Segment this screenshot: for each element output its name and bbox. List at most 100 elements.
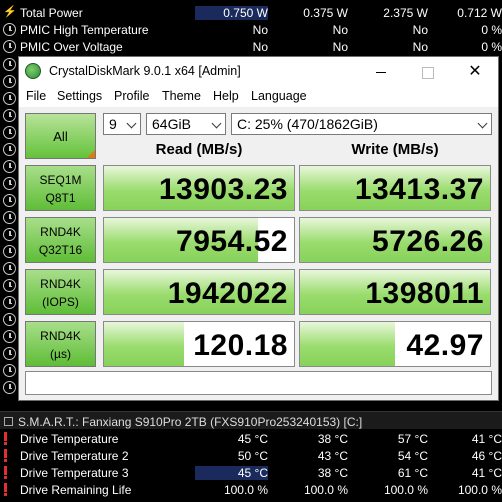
smart-row[interactable]: Drive Temperature 2 50 °C 43 °C 54 °C 46… bbox=[0, 447, 502, 464]
corner-indicator bbox=[87, 150, 95, 158]
maximize-button[interactable] bbox=[404, 57, 450, 87]
test-rnd4k-latency-button[interactable]: RND4K (µs) bbox=[25, 321, 96, 367]
sensor-current: 45 °C bbox=[195, 466, 268, 480]
title-bar[interactable]: CrystalDiskMark 9.0.1 x64 [Admin] ✕ bbox=[19, 57, 498, 87]
drive-icon bbox=[4, 417, 13, 426]
benchmark-panel: All 9 64GiB C: 25% (470/1862GiB) Read (M… bbox=[19, 107, 498, 400]
clock-icon bbox=[3, 160, 16, 173]
drive-select[interactable]: C: 25% (470/1862GiB) bbox=[231, 113, 492, 135]
test-name: RND4K bbox=[40, 329, 81, 343]
sensor-row[interactable]: PMIC Over Voltage No No No 0 % bbox=[0, 38, 502, 55]
sensor-row[interactable]: ⚡ Total Power 0.750 W 0.375 W 2.375 W 0.… bbox=[0, 4, 502, 21]
sensor-current: 45 °C bbox=[237, 432, 268, 446]
smart-row[interactable]: Drive Temperature 3 45 °C 38 °C 61 °C 41… bbox=[0, 464, 502, 481]
clock-icon bbox=[3, 381, 16, 394]
sensor-avg: 0 % bbox=[481, 23, 502, 37]
clock-icon bbox=[3, 58, 16, 71]
clock-icon bbox=[3, 126, 16, 139]
sensor-current: 100.0 % bbox=[223, 483, 268, 497]
menu-settings[interactable]: Settings bbox=[57, 89, 102, 103]
clock-icon bbox=[3, 23, 16, 36]
sensor-min: 43 °C bbox=[317, 449, 348, 463]
chevron-down-icon bbox=[477, 118, 488, 129]
crystaldiskmark-window: CrystalDiskMark 9.0.1 x64 [Admin] ✕ File… bbox=[18, 56, 499, 401]
chevron-down-icon bbox=[126, 118, 137, 129]
clock-icon bbox=[3, 313, 16, 326]
clock-icon bbox=[3, 109, 16, 122]
read-result: 13903.23 bbox=[103, 165, 295, 211]
test-params: Q8T1 bbox=[45, 191, 76, 205]
result-value: 5726.26 bbox=[372, 225, 484, 258]
sensor-max: No bbox=[412, 40, 428, 54]
menu-language[interactable]: Language bbox=[251, 89, 307, 103]
sensor-current: No bbox=[252, 23, 268, 37]
test-name: RND4K bbox=[40, 225, 81, 239]
menu-theme[interactable]: Theme bbox=[162, 89, 201, 103]
sensor-row[interactable]: PMIC High Temperature No No No 0 % bbox=[0, 21, 502, 38]
sensor-current: 0.750 W bbox=[195, 6, 268, 20]
test-seq1m-q8t1-button[interactable]: SEQ1M Q8T1 bbox=[25, 165, 96, 211]
sensor-current: 50 °C bbox=[237, 449, 268, 463]
clock-icon bbox=[3, 330, 16, 343]
clock-icon bbox=[3, 296, 16, 309]
read-result: 1942022 bbox=[103, 269, 295, 315]
sensor-icon-column bbox=[0, 56, 18, 411]
result-value: 42.97 bbox=[406, 329, 484, 362]
minimize-button[interactable] bbox=[358, 57, 404, 87]
sensor-label: Drive Temperature bbox=[20, 432, 119, 446]
clock-icon bbox=[3, 228, 16, 241]
test-count-select[interactable]: 9 bbox=[103, 113, 141, 135]
sensor-max: 54 °C bbox=[397, 449, 428, 463]
read-result: 7954.52 bbox=[103, 217, 295, 263]
clock-icon bbox=[3, 143, 16, 156]
sensor-min: 0.375 W bbox=[303, 6, 348, 20]
clock-icon bbox=[3, 211, 16, 224]
drive-value: C: 25% (470/1862GiB) bbox=[237, 116, 378, 132]
menu-help[interactable]: Help bbox=[213, 89, 239, 103]
menu-profile[interactable]: Profile bbox=[114, 89, 149, 103]
run-all-button[interactable]: All bbox=[25, 113, 96, 159]
write-column-header: Write (MB/s) bbox=[351, 141, 439, 158]
clock-icon bbox=[3, 194, 16, 207]
sensor-label: PMIC High Temperature bbox=[20, 23, 149, 37]
sensor-max: No bbox=[412, 23, 428, 37]
sensor-label: Drive Temperature 2 bbox=[20, 449, 129, 463]
clock-icon bbox=[3, 245, 16, 258]
sensor-avg: 46 °C bbox=[471, 449, 502, 463]
sensor-current: No bbox=[252, 40, 268, 54]
test-name: SEQ1M bbox=[39, 173, 82, 187]
sensor-max: 61 °C bbox=[397, 466, 428, 480]
test-rnd4k-iops-button[interactable]: RND4K (IOPS) bbox=[25, 269, 96, 315]
write-result: 42.97 bbox=[299, 321, 491, 367]
comment-field[interactable] bbox=[25, 371, 492, 395]
sensor-avg: 0.712 W bbox=[457, 6, 502, 20]
smart-row[interactable]: Drive Remaining Life 100.0 % 100.0 % 100… bbox=[0, 481, 502, 498]
test-name: RND4K bbox=[40, 277, 81, 291]
sensor-min: 100.0 % bbox=[303, 483, 348, 497]
smart-row[interactable]: Drive Temperature 45 °C 38 °C 57 °C 41 °… bbox=[0, 430, 502, 447]
app-icon bbox=[25, 63, 41, 79]
clock-icon bbox=[3, 279, 16, 292]
result-bar bbox=[104, 322, 184, 366]
read-result: 120.18 bbox=[103, 321, 295, 367]
close-button[interactable]: ✕ bbox=[452, 57, 498, 87]
clock-icon bbox=[3, 262, 16, 275]
sensor-avg: 41 °C bbox=[471, 432, 502, 446]
test-params: (IOPS) bbox=[42, 295, 79, 309]
test-size-value: 64GiB bbox=[152, 116, 191, 132]
sensor-avg: 41 °C bbox=[471, 466, 502, 480]
sensor-label: Drive Remaining Life bbox=[20, 483, 132, 497]
warning-icon bbox=[3, 483, 9, 496]
clock-icon bbox=[3, 92, 16, 105]
test-size-select[interactable]: 64GiB bbox=[146, 113, 226, 135]
smart-section-header[interactable]: S.M.A.R.T.: Fanxiang S910Pro 2TB (FXS910… bbox=[0, 411, 502, 429]
smart-header-label: S.M.A.R.T.: Fanxiang S910Pro 2TB (FXS910… bbox=[18, 415, 363, 429]
lightning-icon: ⚡ bbox=[3, 6, 17, 18]
run-all-label: All bbox=[53, 129, 68, 144]
test-rnd4k-q32t16-button[interactable]: RND4K Q32T16 bbox=[25, 217, 96, 263]
menu-file[interactable]: File bbox=[26, 89, 46, 103]
warning-icon bbox=[3, 432, 9, 445]
sensor-min: 38 °C bbox=[317, 432, 348, 446]
result-value: 13903.23 bbox=[158, 173, 288, 206]
result-value: 7954.52 bbox=[176, 225, 288, 258]
